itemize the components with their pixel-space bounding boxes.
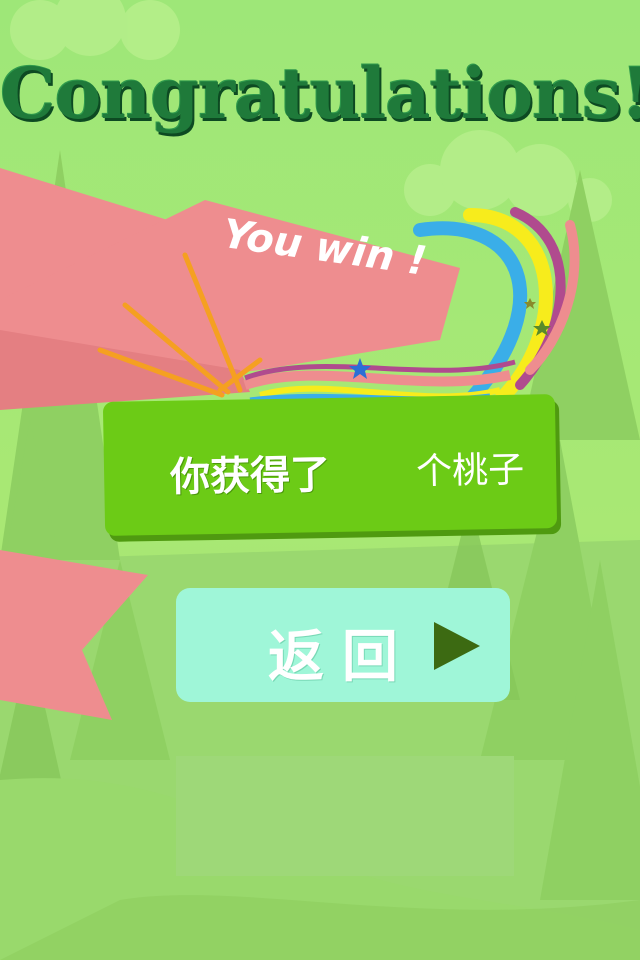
score-prefix: 你获得了 [169,452,331,501]
back-button[interactable]: 返回 [176,588,510,702]
play-icon [434,622,480,670]
score-value [340,441,411,486]
back-button-label: 返回 [268,625,416,690]
score-panel: 你获得了 个桃子 [102,394,558,536]
score-suffix: 个桃子 [415,449,525,493]
ad-placeholder [176,756,514,876]
